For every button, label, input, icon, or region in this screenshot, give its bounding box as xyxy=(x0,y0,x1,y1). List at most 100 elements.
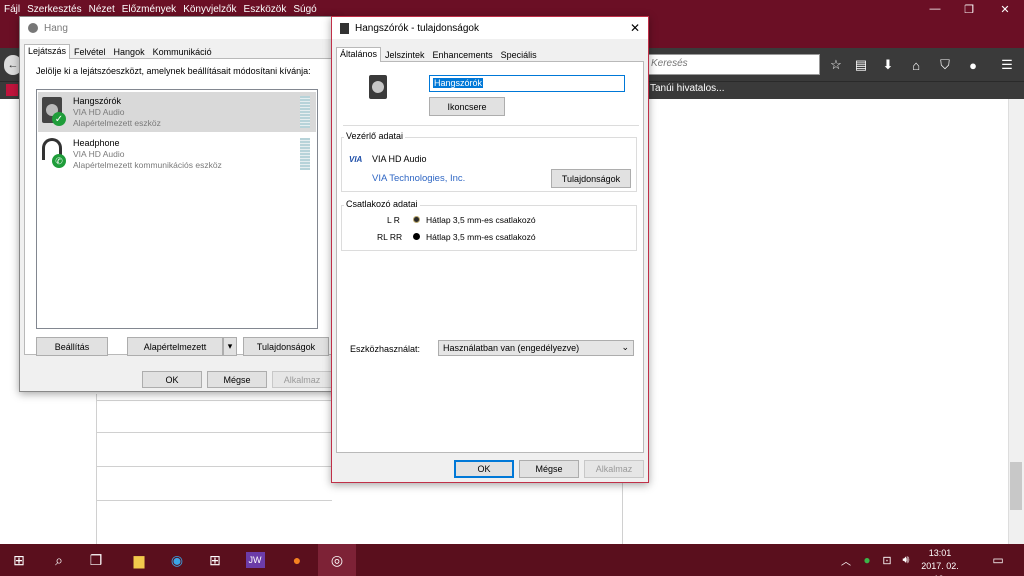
tab-general[interactable]: Általános xyxy=(336,47,382,62)
task-view-icon[interactable]: ❐ xyxy=(77,544,115,576)
device-name: Headphone xyxy=(73,138,120,148)
tab-advanced[interactable]: Speciális xyxy=(497,48,541,61)
search-input[interactable]: Keresés xyxy=(646,54,820,75)
properties-titlebar[interactable]: Hangszórók - tulajdonságok ✕ xyxy=(332,17,648,39)
menu-history[interactable]: Előzmények xyxy=(122,4,176,15)
page-divider xyxy=(96,394,97,544)
tab-recording[interactable]: Felvétel xyxy=(70,45,110,58)
device-speakers[interactable]: ✓ Hangszórók VIA HD Audio Alapértelmezet… xyxy=(38,92,316,132)
browser-icon[interactable]: ◉ xyxy=(158,544,196,576)
instruction-text: Jelölje ki a lejátszóeszközt, amelynek b… xyxy=(36,66,311,76)
change-icon-button[interactable]: Ikoncsere xyxy=(429,97,505,116)
controller-properties-button[interactable]: Tulajdonságok xyxy=(551,169,631,188)
restore-icon[interactable]: ❐ xyxy=(952,0,986,18)
apply-button: Alkalmaz xyxy=(272,371,332,388)
usage-select[interactable]: Használatban van (engedélyezve) ⌄ xyxy=(438,340,634,356)
menu-file[interactable]: Fájl xyxy=(4,4,20,15)
device-driver: VIA HD Audio xyxy=(73,107,125,117)
tab-levels[interactable]: Jelszintek xyxy=(381,48,429,61)
close-icon[interactable]: ✕ xyxy=(630,21,640,35)
file-explorer-icon[interactable]: ▆ xyxy=(120,544,158,576)
jack-group xyxy=(341,205,637,251)
store-icon[interactable]: ⊞ xyxy=(196,544,234,576)
volume-icon[interactable]: 🔊︎ xyxy=(896,544,916,576)
jw-app-icon[interactable]: JW xyxy=(236,544,274,576)
search-icon[interactable]: ⌕ xyxy=(40,544,78,576)
menu-edit[interactable]: Szerkesztés xyxy=(27,4,81,15)
menu-hamburger-icon[interactable]: ☰ xyxy=(997,55,1017,75)
device-status: Alapértelmezett eszköz xyxy=(73,118,161,128)
tray-app-icon[interactable]: ● xyxy=(856,544,878,576)
network-icon[interactable]: ⊡ xyxy=(877,544,897,576)
device-list[interactable]: ✓ Hangszórók VIA HD Audio Alapértelmezet… xyxy=(36,89,318,329)
apply-button: Alkalmaz xyxy=(584,460,644,478)
device-headphone[interactable]: ✆ Headphone VIA HD Audio Alapértelmezett… xyxy=(38,134,316,174)
menu-bookmarks[interactable]: Könyvjelzők xyxy=(183,4,236,15)
device-name-field[interactable]: Hangszórók xyxy=(429,75,625,92)
sound-dialog-title: Hang xyxy=(44,22,68,34)
jack-color-dot xyxy=(413,233,420,240)
jack-label: Csatlakozó adatai xyxy=(344,199,420,209)
jack-channel: RL RR xyxy=(377,232,403,242)
level-meter xyxy=(300,138,310,170)
tray-chevron-icon[interactable]: ︿ xyxy=(836,544,856,576)
phone-icon: ✆ xyxy=(52,154,66,168)
page-divider xyxy=(96,500,332,501)
ok-button[interactable]: OK xyxy=(142,371,202,388)
general-panel: Hangszórók Ikoncsere Vezérlő adatai VIA … xyxy=(336,61,644,453)
jack-desc: Hátlap 3,5 mm-es csatlakozó xyxy=(426,232,536,242)
tab-sounds[interactable]: Hangok xyxy=(110,45,149,58)
jack-desc: Hátlap 3,5 mm-es csatlakozó xyxy=(426,215,536,225)
controller-name: VIA HD Audio xyxy=(372,154,427,164)
firefox-icon[interactable]: ● xyxy=(278,544,316,576)
tab-playback[interactable]: Lejátszás xyxy=(24,44,71,59)
sound-dialog: Hang Lejátszás Felvétel Hangok Kommuniká… xyxy=(19,16,337,392)
tab-enhancements[interactable]: Enhancements xyxy=(429,48,497,61)
home-icon[interactable]: ⌂ xyxy=(906,55,926,75)
star-icon[interactable]: ☆ xyxy=(826,55,846,75)
scrollbar-thumb[interactable] xyxy=(1010,462,1022,510)
bookmark-favicon-icon[interactable] xyxy=(6,84,18,96)
device-name: Hangszórók xyxy=(73,96,122,106)
tab-communications[interactable]: Kommunikáció xyxy=(149,45,216,58)
page-divider xyxy=(96,400,332,401)
action-center-icon[interactable]: ▭ xyxy=(984,544,1012,576)
properties-title: Hangszórók - tulajdonságok xyxy=(355,22,479,34)
minimize-icon[interactable]: — xyxy=(918,0,952,18)
extension-icon[interactable]: ● xyxy=(963,55,983,75)
separator xyxy=(343,125,639,126)
download-icon[interactable]: ⬇ xyxy=(878,55,898,75)
reading-list-icon[interactable]: ▤ xyxy=(851,55,871,75)
clock-time: 13:01 xyxy=(928,548,952,558)
via-logo-icon: VIA xyxy=(349,155,363,164)
jack-channel: L R xyxy=(387,215,400,225)
cancel-button[interactable]: Mégse xyxy=(207,371,267,388)
cancel-button[interactable]: Mégse xyxy=(519,460,579,478)
ok-button[interactable]: OK xyxy=(454,460,514,478)
playback-panel: Jelölje ki a lejátszóeszközt, amelynek b… xyxy=(24,58,332,355)
controller-label: Vezérlő adatai xyxy=(344,131,406,141)
controller-vendor-link[interactable]: VIA Technologies, Inc. xyxy=(372,173,465,184)
clock-date: 2017. 02. 19. xyxy=(921,561,959,576)
sound-dialog-titlebar[interactable]: Hang xyxy=(20,17,336,39)
bookmark-item[interactable]: Tanúi hivatalos... xyxy=(650,83,725,94)
chevron-down-icon[interactable]: ▾ xyxy=(223,337,237,356)
set-default-button[interactable]: Alapértelmezett xyxy=(127,337,223,356)
device-name-value: Hangszórók xyxy=(433,78,484,88)
speaker-icon xyxy=(340,22,349,34)
page-divider xyxy=(96,466,332,467)
menu-view[interactable]: Nézet xyxy=(89,4,115,15)
default-check-icon: ✓ xyxy=(52,112,66,126)
pocket-icon[interactable]: ⛉ xyxy=(935,55,955,75)
page-divider xyxy=(96,432,332,433)
sound-tabs: Lejátszás Felvétel Hangok Kommunikáció xyxy=(20,44,336,59)
close-window-icon[interactable]: ✕ xyxy=(988,0,1022,18)
start-windows-icon[interactable]: ⊞ xyxy=(0,544,38,576)
sound-app-icon[interactable]: ◎ xyxy=(318,544,356,576)
device-driver: VIA HD Audio xyxy=(73,149,125,159)
properties-button[interactable]: Tulajdonságok xyxy=(243,337,329,356)
clock[interactable]: 13:01 2017. 02. 19. xyxy=(918,547,962,576)
menu-tools[interactable]: Eszközök xyxy=(244,4,287,15)
menu-help[interactable]: Súgó xyxy=(293,4,316,15)
configure-button[interactable]: Beállítás xyxy=(36,337,108,356)
